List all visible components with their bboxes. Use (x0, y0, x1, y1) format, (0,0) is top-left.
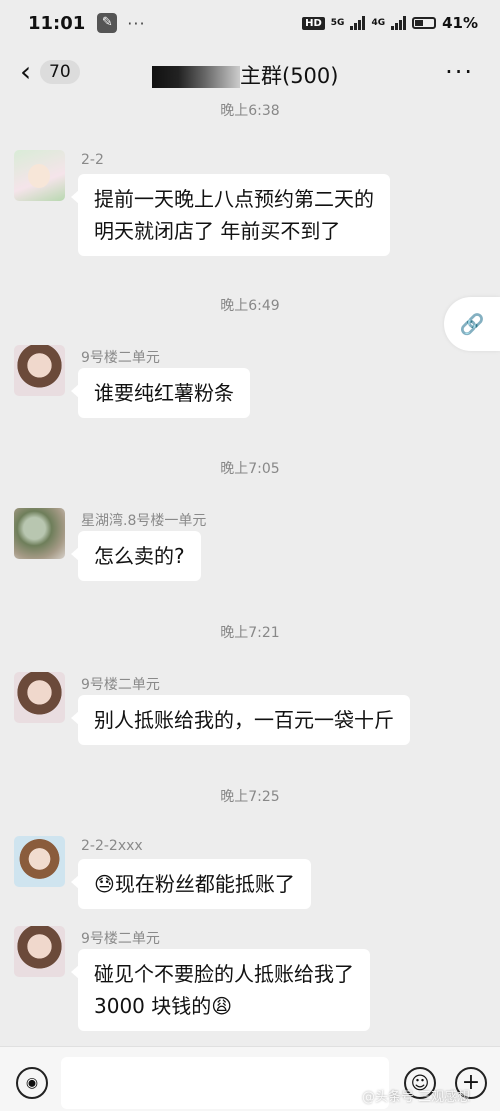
sender-name: 9号楼二单元 (81, 350, 160, 366)
signal-icon-2 (391, 16, 407, 30)
blurred-group-name (152, 66, 240, 88)
time-separator: 晚上7:05 (220, 461, 280, 477)
chat-header: ‹ 70 主群(500) ··· (0, 46, 500, 102)
unread-count-badge[interactable]: 70 (40, 60, 80, 84)
network-5g: 5G (330, 18, 345, 28)
sender-name: 2-2-2xxx (81, 838, 143, 854)
link-icon[interactable]: 🔗 (444, 297, 500, 351)
message-bubble[interactable]: 别人抵账给我的，一百元一袋十斤 (71, 695, 410, 745)
avatar[interactable] (14, 926, 65, 977)
status-time: 11:01 (28, 12, 86, 34)
watermark: @头条号 三观感想 (362, 1090, 471, 1105)
network-4g: 4G (371, 18, 386, 28)
message-bubble[interactable]: 碰见个不要脸的人抵账给我了 3000 块钱的😩 (71, 949, 370, 1031)
sender-name: 9号楼二单元 (81, 931, 160, 947)
time-separator: 晚上7:21 (220, 625, 280, 641)
time-separator: 晚上7:25 (220, 789, 280, 805)
time-separator: 晚上6:38 (220, 103, 280, 119)
group-title: 主群(500) (240, 64, 339, 88)
message-bubble[interactable]: 怎么卖的? (71, 531, 201, 581)
avatar[interactable] (14, 508, 65, 559)
message-bubble[interactable]: 谁要纯红薯粉条 (71, 368, 250, 418)
signal-icon (350, 16, 366, 30)
status-right: HD 5G 4G 41% (302, 14, 478, 32)
voice-icon[interactable]: ◉ (16, 1067, 48, 1099)
message-bubble[interactable]: 提前一天晚上八点预约第二天的 明天就闭店了 年前买不到了 (71, 174, 390, 256)
avatar[interactable] (14, 672, 65, 723)
battery-icon (412, 17, 437, 29)
wrench-icon: ✎ (97, 13, 118, 33)
time-separator: 晚上6:49 (220, 298, 280, 314)
status-bar: 11:01 ✎ ··· HD 5G 4G 41% (0, 0, 500, 46)
sender-name: 9号楼二单元 (81, 677, 160, 693)
battery-percent: 41% (442, 14, 478, 32)
more-icon[interactable]: ··· (445, 58, 474, 86)
avatar[interactable] (14, 836, 65, 887)
chevron-left-icon[interactable]: ‹ (20, 58, 31, 86)
avatar[interactable] (14, 150, 65, 201)
message-input[interactable] (61, 1057, 389, 1109)
avatar[interactable] (14, 345, 65, 396)
message-bubble[interactable]: 😓现在粉丝都能抵账了 (71, 859, 311, 909)
status-dots: ··· (127, 13, 146, 33)
sender-name: 2-2 (81, 152, 104, 168)
sender-name: 星湖湾.8号楼一单元 (81, 513, 207, 529)
hd-icon: HD (302, 16, 325, 30)
